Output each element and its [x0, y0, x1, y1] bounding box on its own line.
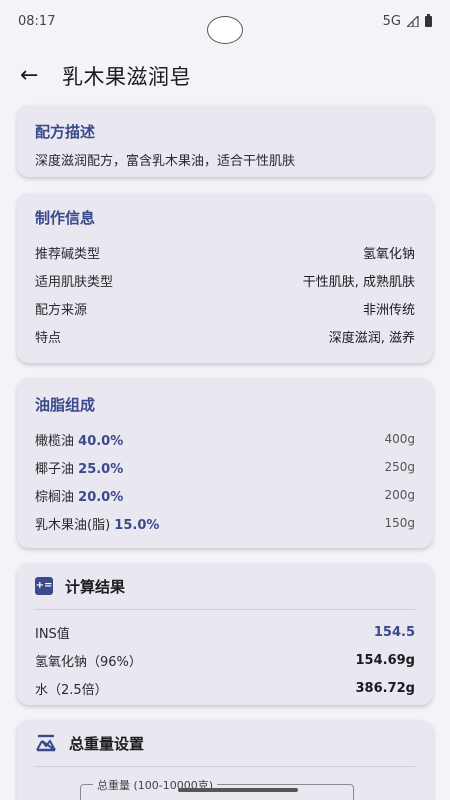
result-label: INS值: [35, 626, 70, 642]
results-card: += 计算结果 INS值 154.5 氢氧化钠（96%） 154.69g 水（2…: [17, 563, 433, 705]
info-value: 非洲传统: [362, 302, 415, 318]
oils-card: 油脂组成 橄榄油 40.0% 400g 椰子油 25.0% 250g 棕榈油 2…: [17, 378, 433, 548]
result-row: INS值 154.5: [35, 618, 415, 646]
total-weight-input[interactable]: 总重量 (100-10000克): [80, 777, 354, 800]
oil-name: 椰子油: [35, 461, 75, 477]
description-card: 配方描述 深度滋润配方，富含乳木果油，适合干性肌肤: [17, 105, 433, 177]
info-row: 配方来源 非洲传统: [35, 294, 415, 322]
oil-grams: 400g: [384, 432, 415, 446]
info-label: 特点: [35, 330, 62, 346]
oil-row: 椰子油 25.0% 250g: [35, 453, 415, 481]
oil-name: 乳木果油(脂): [35, 517, 111, 533]
lye-value: 154.69g: [355, 652, 415, 668]
divider: [35, 766, 415, 767]
water-value: 386.72g: [355, 680, 415, 696]
result-label: 氢氧化钠（96%）: [35, 654, 142, 670]
info-label: 配方来源: [35, 302, 88, 318]
info-card: 制作信息 推荐碱类型 氢氧化钠 适用肌肤类型 干性肌肤, 成熟肌肤 配方来源 非…: [17, 193, 433, 363]
oil-percent: 20.0%: [78, 489, 124, 505]
info-value: 氢氧化钠: [362, 246, 415, 262]
result-row: 水（2.5倍） 386.72g: [35, 674, 415, 702]
result-row: 氢氧化钠（96%） 154.69g: [35, 646, 415, 674]
oil-row: 棕榈油 20.0% 200g: [35, 481, 415, 509]
weight-header: 总重量设置: [35, 720, 415, 766]
oil-row: 橄榄油 40.0% 400g: [35, 425, 415, 453]
info-value: 深度滋润, 滋养: [328, 330, 415, 346]
divider: [35, 609, 415, 610]
back-arrow-icon[interactable]: ←: [20, 65, 44, 87]
info-row: 特点 深度滋润, 滋养: [35, 322, 415, 350]
scale-icon: [36, 734, 56, 752]
oil-percent: 15.0%: [114, 517, 160, 533]
page-title: 乳木果滋润皂: [62, 65, 191, 89]
signal-icon: [407, 15, 419, 27]
oil-grams: 250g: [384, 460, 415, 474]
description-text: 深度滋润配方，富含乳木果油，适合干性肌肤: [35, 154, 296, 169]
oil-grams: 200g: [384, 488, 415, 502]
status-icons: 5G: [382, 13, 432, 29]
oil-name: 棕榈油: [35, 489, 75, 505]
info-title: 制作信息: [35, 209, 96, 227]
oil-percent: 25.0%: [78, 461, 124, 477]
info-row: 推荐碱类型 氢氧化钠: [35, 238, 415, 266]
info-value: 干性肌肤, 成熟肌肤: [302, 274, 415, 290]
description-title: 配方描述: [35, 123, 96, 141]
oils-title: 油脂组成: [35, 396, 96, 414]
info-label: 推荐碱类型: [35, 246, 101, 262]
result-label: 水（2.5倍）: [35, 682, 108, 698]
oil-grams: 150g: [384, 516, 415, 530]
ins-value: 154.5: [373, 624, 415, 640]
oil-percent: 40.0%: [78, 433, 124, 449]
status-time: 08:17: [18, 13, 56, 29]
oil-name: 橄榄油: [35, 433, 75, 449]
results-header: += 计算结果: [35, 563, 415, 609]
results-title: 计算结果: [65, 577, 126, 596]
home-indicator[interactable]: [178, 788, 298, 792]
weight-title: 总重量设置: [69, 734, 145, 753]
calculator-icon: +=: [35, 577, 53, 595]
info-label: 适用肌肤类型: [35, 274, 114, 290]
app-bar: ← 乳木果滋润皂: [0, 52, 450, 100]
oil-row: 乳木果油(脂) 15.0% 150g: [35, 509, 415, 537]
battery-icon: [425, 13, 432, 27]
camera-cutout: [207, 16, 243, 44]
network-label: 5G: [382, 13, 401, 29]
info-row: 适用肌肤类型 干性肌肤, 成熟肌肤: [35, 266, 415, 294]
